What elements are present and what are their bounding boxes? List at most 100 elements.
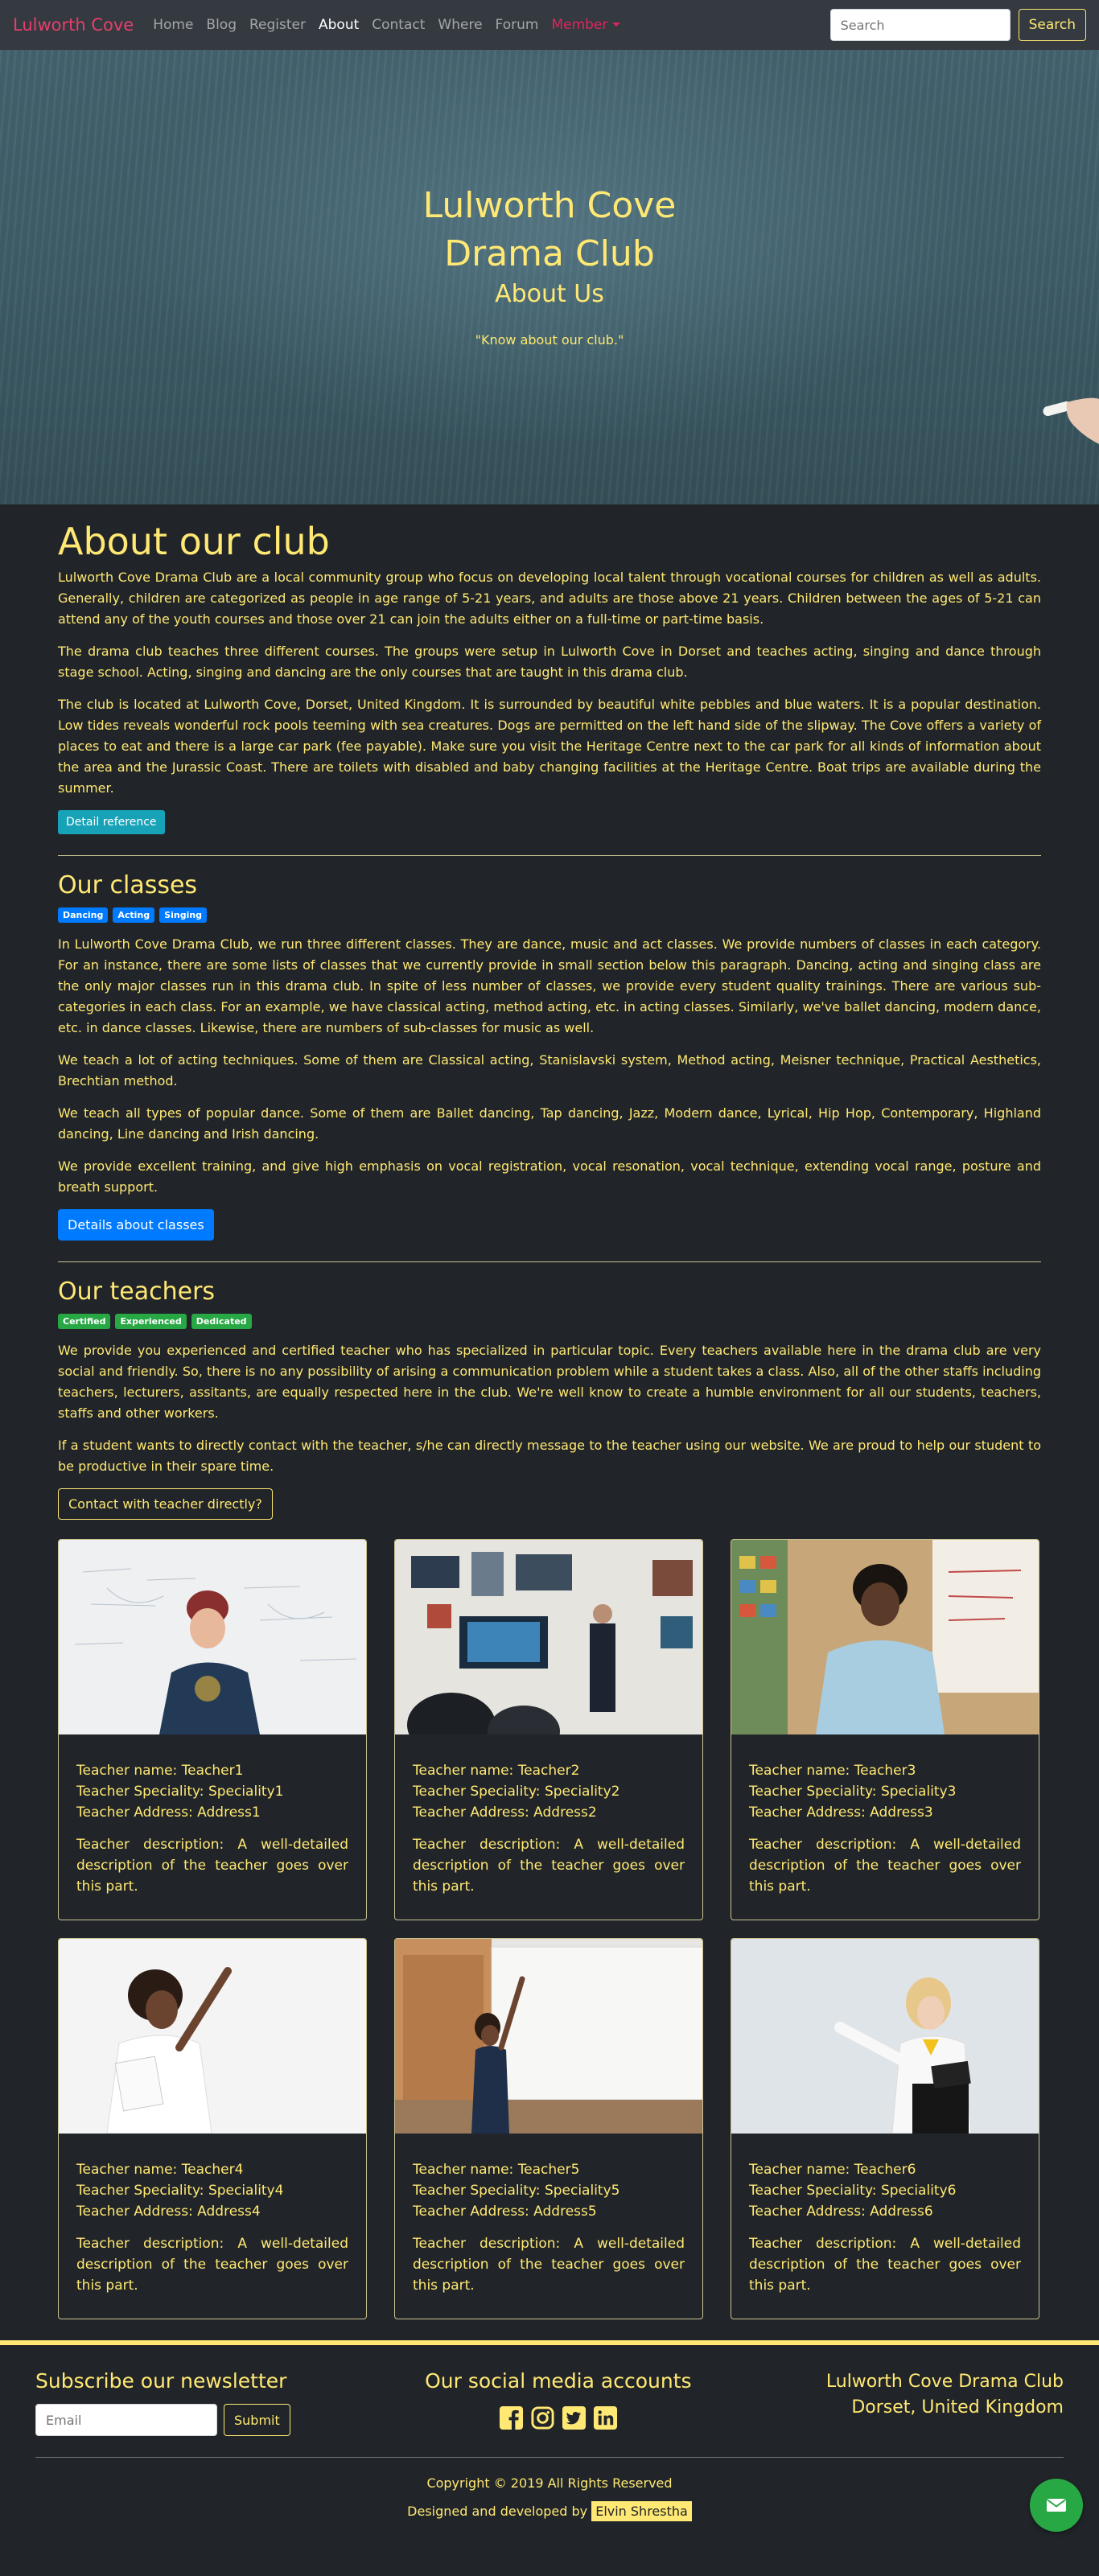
- teacher-name: Teacher name: Teacher5: [413, 2162, 580, 2178]
- teacher-description: Teacher description: A well-detailed des…: [76, 1837, 348, 1895]
- nav-link-blog[interactable]: Blog: [206, 17, 237, 33]
- classes-heading: Our classes: [58, 871, 198, 899]
- page-footer: Subscribe our newsletter Submit Our soci…: [0, 2340, 1099, 2551]
- teacher-card: Teacher name: Teacher1 Teacher Specialit…: [58, 1539, 367, 1920]
- teacher-photo: [731, 1939, 1039, 2134]
- teacher-name: Teacher name: Teacher4: [76, 2162, 244, 2178]
- nav-link-about[interactable]: About: [319, 17, 359, 33]
- brand-logo[interactable]: Lulworth Cove: [13, 15, 134, 35]
- teacher-card: Teacher name: Teacher3 Teacher Specialit…: [731, 1539, 1039, 1920]
- nav-link-forum[interactable]: Forum: [496, 17, 539, 33]
- search-input[interactable]: [829, 9, 1011, 41]
- email-field[interactable]: [35, 2404, 217, 2436]
- hero-quote: "Know about our club.": [475, 332, 624, 348]
- contact-teacher-button[interactable]: Contact with teacher directly?: [58, 1488, 273, 1520]
- newsletter-block: Subscribe our newsletter Submit: [35, 2369, 290, 2436]
- submit-button[interactable]: Submit: [224, 2404, 290, 2436]
- teacher-photo: [395, 1939, 702, 2134]
- about-section: About our club Lulworth Cove Drama Club …: [58, 519, 1041, 834]
- nav-links: Home Blog Register About Contact Where F…: [153, 17, 633, 33]
- teacher-name: Teacher name: Teacher3: [749, 1763, 916, 1779]
- divider: [58, 1261, 1041, 1262]
- teacher-photo: [395, 1540, 702, 1734]
- teachers-paragraph: We provide you experienced and certified…: [58, 1343, 1041, 1421]
- teachers-badges: Certified Experienced Dedicated: [58, 1314, 1041, 1329]
- teacher-address: Teacher Address: Address6: [749, 2204, 933, 2220]
- teacher-address: Teacher Address: Address3: [749, 1804, 933, 1821]
- chat-button[interactable]: [1030, 2479, 1083, 2532]
- credit-name[interactable]: Elvin Shrestha: [591, 2501, 692, 2521]
- nav-link-register[interactable]: Register: [249, 17, 306, 33]
- teacher-address: Teacher Address: Address1: [76, 1804, 261, 1821]
- badge-singing: Singing: [159, 907, 208, 923]
- nav-link-contact[interactable]: Contact: [372, 17, 425, 33]
- credit-line: Designed and developed by Elvin Shrestha: [35, 2501, 1064, 2521]
- teacher-name: Teacher name: Teacher1: [76, 1763, 244, 1779]
- linkedin-icon[interactable]: [593, 2405, 618, 2430]
- teacher-card: Teacher name: Teacher2 Teacher Specialit…: [394, 1539, 703, 1920]
- teachers-paragraph: If a student wants to directly contact w…: [58, 1438, 1041, 1474]
- newsletter-form: Submit: [35, 2404, 290, 2436]
- twitter-icon[interactable]: [562, 2405, 587, 2430]
- teacher-address: Teacher Address: Address4: [76, 2204, 261, 2220]
- teacher-card: Teacher name: Teacher4 Teacher Specialit…: [58, 1938, 367, 2319]
- teacher-card: Teacher name: Teacher6 Teacher Specialit…: [731, 1938, 1039, 2319]
- facebook-icon[interactable]: [499, 2405, 524, 2430]
- badge-dedicated: Dedicated: [191, 1314, 252, 1329]
- divider: [58, 855, 1041, 856]
- social-heading: Our social media accounts: [425, 2369, 692, 2393]
- member-dropdown[interactable]: Member: [551, 17, 620, 33]
- address-line: Lulworth Cove Drama Club: [825, 2372, 1064, 2392]
- detail-reference-button[interactable]: Detail reference: [58, 810, 165, 834]
- teacher-description: Teacher description: A well-detailed des…: [749, 1837, 1021, 1895]
- nav-link-where[interactable]: Where: [438, 17, 482, 33]
- teachers-heading: Our teachers: [58, 1278, 216, 1306]
- badge-certified: Certified: [58, 1314, 111, 1329]
- hero-banner: Lulworth Cove Drama Club About Us "Know …: [0, 50, 1099, 504]
- address-block: Lulworth Cove Drama Club Dorset, United …: [826, 2369, 1064, 2436]
- copyright-text: Copyright © 2019 All Rights Reserved: [426, 2475, 673, 2491]
- classes-paragraph: In Lulworth Cove Drama Club, we run thre…: [58, 936, 1041, 1035]
- teacher-description: Teacher description: A well-detailed des…: [749, 2236, 1021, 2294]
- classes-paragraph: We teach a lot of acting techniques. Som…: [58, 1052, 1041, 1088]
- teacher-speciality: Teacher Speciality: Speciality2: [413, 1784, 620, 1800]
- classes-section: Our classes Dancing Acting Singing In Lu…: [58, 870, 1041, 1241]
- teacher-name: Teacher name: Teacher6: [749, 2162, 916, 2178]
- about-paragraph: Lulworth Cove Drama Club are a local com…: [58, 570, 1041, 627]
- teacher-speciality: Teacher Speciality: Speciality6: [749, 2183, 957, 2199]
- teacher-speciality: Teacher Speciality: Speciality5: [413, 2183, 620, 2199]
- teacher-address: Teacher Address: Address5: [413, 2204, 597, 2220]
- classes-badges: Dancing Acting Singing: [58, 907, 1041, 923]
- classes-paragraph: We teach all types of popular dance. Som…: [58, 1105, 1041, 1142]
- hero-title-line1: Lulworth Cove: [422, 185, 677, 226]
- teacher-speciality: Teacher Speciality: Speciality3: [749, 1784, 957, 1800]
- chalk-hand-image: [1043, 397, 1099, 444]
- main-content: About our club Lulworth Cove Drama Club …: [0, 519, 1099, 2319]
- teacher-card: Teacher name: Teacher5 Teacher Specialit…: [394, 1938, 703, 2319]
- search-form: Search: [829, 9, 1086, 41]
- footer-divider: [35, 2457, 1064, 2458]
- details-about-classes-button[interactable]: Details about classes: [58, 1209, 214, 1241]
- teacher-address: Teacher Address: Address2: [413, 1804, 597, 1821]
- classes-paragraph: We provide excellent training, and give …: [58, 1158, 1041, 1195]
- social-block: Our social media accounts: [425, 2369, 692, 2436]
- instagram-icon[interactable]: [530, 2405, 555, 2430]
- teacher-speciality: Teacher Speciality: Speciality1: [76, 1784, 284, 1800]
- search-button[interactable]: Search: [1018, 9, 1086, 41]
- mail-icon: [1046, 2499, 1067, 2512]
- about-paragraph: The drama club teaches three different c…: [58, 644, 1041, 680]
- teacher-cards-grid: Teacher name: Teacher1 Teacher Specialit…: [58, 1539, 1041, 2319]
- teacher-speciality: Teacher Speciality: Speciality4: [76, 2183, 284, 2199]
- teachers-section: Our teachers Certified Experienced Dedic…: [58, 1277, 1041, 2319]
- badge-experienced: Experienced: [115, 1314, 187, 1329]
- teacher-photo: [731, 1540, 1039, 1734]
- about-paragraph: The club is located at Lulworth Cove, Do…: [58, 697, 1041, 796]
- address-line: Dorset, United Kingdom: [851, 2397, 1064, 2418]
- hero-subtitle: About Us: [495, 280, 604, 308]
- badge-acting: Acting: [113, 907, 155, 923]
- top-navbar: Lulworth Cove Home Blog Register About C…: [0, 0, 1099, 50]
- nav-link-home[interactable]: Home: [153, 17, 193, 33]
- newsletter-heading: Subscribe our newsletter: [35, 2369, 287, 2393]
- hero-title-line2: Drama Club: [444, 233, 655, 274]
- about-heading: About our club: [58, 520, 330, 563]
